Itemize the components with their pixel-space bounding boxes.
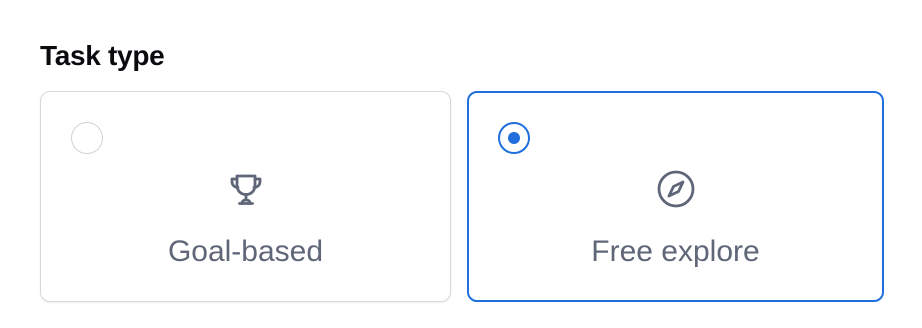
task-type-title: Task type — [40, 40, 165, 71]
compass-icon — [657, 170, 694, 208]
task-type-option-free-explore[interactable]: Free explore — [467, 91, 884, 302]
goal-based-label: Goal-based — [167, 235, 324, 268]
free-explore-radio[interactable] — [498, 122, 530, 154]
free-explore-label: Free explore — [591, 235, 760, 268]
trophy-icon — [230, 174, 261, 205]
task-type-option-goal-based[interactable]: Goal-based — [40, 91, 451, 302]
goal-based-radio[interactable] — [71, 122, 103, 154]
